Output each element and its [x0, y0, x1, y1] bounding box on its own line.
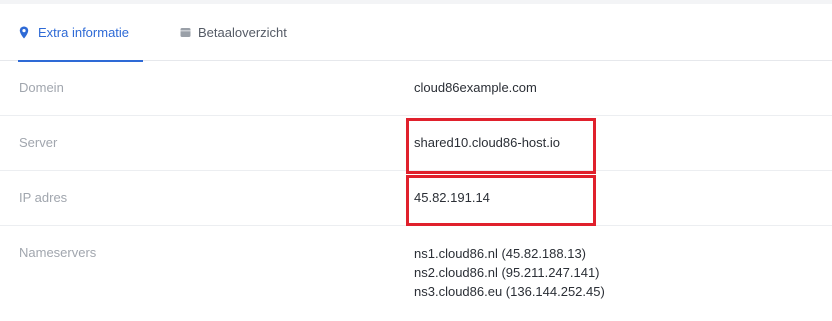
tab-betaaloverzicht[interactable]: Betaaloverzicht [179, 4, 287, 61]
tab-betaaloverzicht-label: Betaaloverzicht [198, 25, 287, 40]
row-ip: IP adres 45.82.191.14 [0, 171, 832, 226]
row-domain: Domein cloud86example.com [0, 61, 832, 116]
card-icon [179, 26, 191, 40]
tab-bar: Extra informatie Betaaloverzicht [0, 4, 832, 62]
ip-value: 45.82.191.14 [414, 190, 490, 205]
row-nameservers: Nameservers ns1.cloud86.nl (45.82.188.13… [0, 226, 832, 316]
nameservers-list: ns1.cloud86.nl (45.82.188.13) ns2.cloud8… [414, 244, 605, 301]
location-pin-icon [18, 26, 30, 40]
tab-extra-informatie[interactable]: Extra informatie [18, 4, 144, 62]
domain-label: Domein [19, 80, 64, 95]
tab-extra-informatie-label: Extra informatie [38, 25, 130, 40]
details-table: Domein cloud86example.com Server shared1… [0, 61, 832, 316]
server-label: Server [19, 135, 58, 150]
domain-value: cloud86example.com [414, 80, 537, 95]
ip-label: IP adres [19, 190, 68, 205]
nameserver-item: ns1.cloud86.nl (45.82.188.13) [414, 246, 587, 261]
nameserver-item: ns3.cloud86.eu (136.144.252.45) [414, 284, 605, 299]
nameservers-label: Nameservers [19, 245, 97, 260]
server-value: shared10.cloud86-host.io [414, 135, 560, 150]
nameserver-item: ns2.cloud86.nl (95.211.247.141) [414, 265, 600, 280]
row-server: Server shared10.cloud86-host.io [0, 116, 832, 171]
